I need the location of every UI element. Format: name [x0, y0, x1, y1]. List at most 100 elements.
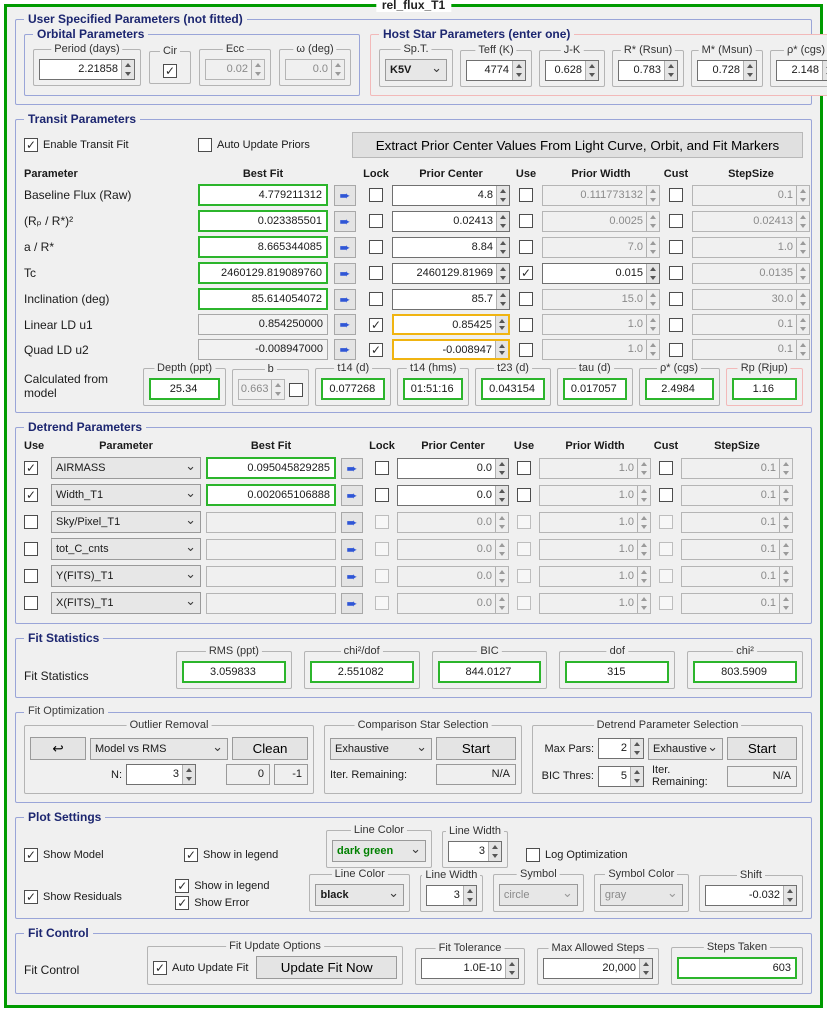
cust-checkbox[interactable]: [669, 292, 683, 306]
prior-center-spinner[interactable]: 0.0: [397, 538, 509, 560]
step-size-value[interactable]: 0.02413: [693, 212, 796, 231]
residuals-show-in-legend[interactable]: Show in legend: [175, 879, 299, 893]
spin-buttons[interactable]: [630, 766, 643, 786]
prior-width-value[interactable]: 0.111773132: [543, 186, 646, 205]
copy-best-fit-button[interactable]: ➨: [334, 339, 356, 360]
n-value[interactable]: 3: [127, 765, 182, 784]
step-size-value[interactable]: 0.1: [693, 340, 796, 359]
omega-spinner[interactable]: 0.0: [285, 59, 345, 80]
use-detrend-checkbox[interactable]: [24, 488, 38, 502]
step-size-spinner[interactable]: 0.1: [681, 457, 793, 479]
step-size-spinner[interactable]: 0.1: [692, 339, 810, 360]
prior-center-spinner[interactable]: 4.8: [392, 184, 510, 206]
use-prior-checkbox[interactable]: [519, 292, 533, 306]
prior-width-spinner[interactable]: 1.0: [539, 511, 651, 533]
lock-checkbox[interactable]: [369, 317, 383, 332]
cust-checkbox[interactable]: [659, 596, 673, 610]
spin-buttons[interactable]: [796, 340, 809, 359]
lock-checkbox[interactable]: [369, 342, 383, 357]
step-size-spinner[interactable]: 0.1: [681, 484, 793, 506]
lock-checkbox[interactable]: [369, 292, 383, 306]
step-size-value[interactable]: 0.1: [693, 186, 796, 205]
teff-spinner[interactable]: 4774: [466, 59, 526, 81]
fit-tolerance-value[interactable]: 1.0E-10: [422, 959, 505, 978]
prior-width-value[interactable]: 0.015: [543, 264, 646, 283]
copy-best-fit-button[interactable]: ➨: [334, 262, 356, 284]
residuals-line-color-dropdown[interactable]: black ⌄: [315, 884, 404, 906]
n-spinner[interactable]: 3: [126, 764, 196, 785]
prior-width-value[interactable]: 1.0: [540, 513, 637, 532]
copy-best-fit-button[interactable]: ➨: [341, 511, 363, 533]
lock-checkbox[interactable]: [369, 214, 383, 228]
step-size-value[interactable]: 0.1: [682, 594, 779, 613]
auto-update-fit-checkbox[interactable]: [153, 960, 167, 975]
prior-width-value[interactable]: 1.0: [540, 540, 637, 559]
prior-width-value[interactable]: 15.0: [543, 290, 646, 309]
period-spinner[interactable]: 2.21858: [39, 59, 135, 80]
step-size-spinner[interactable]: 0.02413: [692, 210, 810, 232]
detrend-param-dropdown[interactable]: tot_C_cnts ⌄: [51, 538, 201, 560]
spin-buttons[interactable]: [505, 959, 518, 978]
copy-best-fit-button[interactable]: ➨: [334, 184, 356, 206]
prior-center-spinner[interactable]: 0.0: [397, 565, 509, 587]
copy-best-fit-button[interactable]: ➨: [334, 314, 356, 335]
prior-width-spinner[interactable]: 0.015: [542, 262, 660, 284]
step-size-value[interactable]: 0.1: [682, 459, 779, 478]
step-size-value[interactable]: 0.1: [682, 513, 779, 532]
residuals-line-width-value[interactable]: 3: [427, 886, 463, 905]
ecc-value[interactable]: 0.02: [206, 60, 251, 79]
impact-value[interactable]: 0.663: [239, 380, 272, 399]
shift-spinner[interactable]: -0.032: [704, 885, 798, 906]
use-detrend-checkbox[interactable]: [24, 542, 38, 556]
step-size-spinner[interactable]: 30.0: [692, 288, 810, 310]
extract-priors-button[interactable]: Extract Prior Center Values From Light C…: [352, 132, 803, 158]
omega-value[interactable]: 0.0: [286, 60, 331, 79]
detrend-param-dropdown[interactable]: Sky/Pixel_T1 ⌄: [51, 511, 201, 533]
prior-center-spinner[interactable]: 0.0: [397, 457, 509, 479]
prior-width-spinner[interactable]: 1.0: [539, 484, 651, 506]
log-optimization-checkbox[interactable]: [526, 848, 540, 862]
spin-buttons[interactable]: [495, 512, 508, 532]
cust-checkbox[interactable]: [659, 461, 673, 475]
use-detrend-checkbox[interactable]: [24, 569, 38, 583]
prior-center-value[interactable]: 0.0: [398, 540, 495, 559]
step-size-spinner[interactable]: 0.1: [692, 314, 810, 335]
prior-center-spinner[interactable]: 2460129.81969: [392, 262, 510, 284]
bic-thres-value[interactable]: 5: [599, 767, 630, 786]
spectral-type-dropdown[interactable]: K5V ⌄: [385, 59, 447, 81]
show-model[interactable]: Show Model: [24, 848, 174, 868]
rho-value[interactable]: 2.148: [777, 61, 822, 80]
spin-buttons[interactable]: [637, 485, 650, 505]
period-value[interactable]: 2.21858: [40, 60, 121, 79]
spin-buttons[interactable]: [637, 458, 650, 478]
spin-buttons[interactable]: [779, 539, 792, 559]
impact-spinner[interactable]: 0.663: [237, 379, 286, 400]
cust-checkbox[interactable]: [669, 188, 683, 202]
impact-lock-checkbox[interactable]: [289, 382, 304, 397]
step-size-spinner[interactable]: 0.0135: [692, 262, 810, 284]
cust-checkbox[interactable]: [659, 515, 673, 529]
use-prior-checkbox[interactable]: [519, 266, 533, 280]
jk-value[interactable]: 0.628: [546, 61, 585, 80]
copy-best-fit-button[interactable]: ➨: [334, 288, 356, 310]
prior-width-value[interactable]: 1.0: [543, 340, 646, 359]
prior-width-value[interactable]: 1.0: [540, 486, 637, 505]
detrend-param-dropdown[interactable]: AIRMASS ⌄: [51, 457, 201, 479]
spin-buttons[interactable]: [637, 539, 650, 559]
use-detrend-checkbox[interactable]: [24, 461, 38, 475]
spin-buttons[interactable]: [796, 289, 809, 309]
show-residuals-checkbox[interactable]: [24, 890, 38, 904]
prior-width-spinner[interactable]: 1.0: [539, 457, 651, 479]
spin-buttons[interactable]: [637, 566, 650, 586]
circular-orbit-checkbox[interactable]: [163, 64, 177, 78]
spin-buttons[interactable]: [182, 765, 195, 784]
cust-checkbox[interactable]: [669, 240, 683, 254]
prior-width-value[interactable]: 7.0: [543, 238, 646, 257]
prior-center-spinner[interactable]: 0.0: [397, 484, 509, 506]
use-prior-checkbox[interactable]: [519, 214, 533, 228]
spin-buttons[interactable]: [495, 458, 508, 478]
prior-center-value[interactable]: 8.84: [393, 238, 496, 257]
max-pars-value[interactable]: 2: [599, 739, 630, 758]
use-prior-checkbox[interactable]: [517, 569, 531, 583]
spin-buttons[interactable]: [637, 593, 650, 613]
